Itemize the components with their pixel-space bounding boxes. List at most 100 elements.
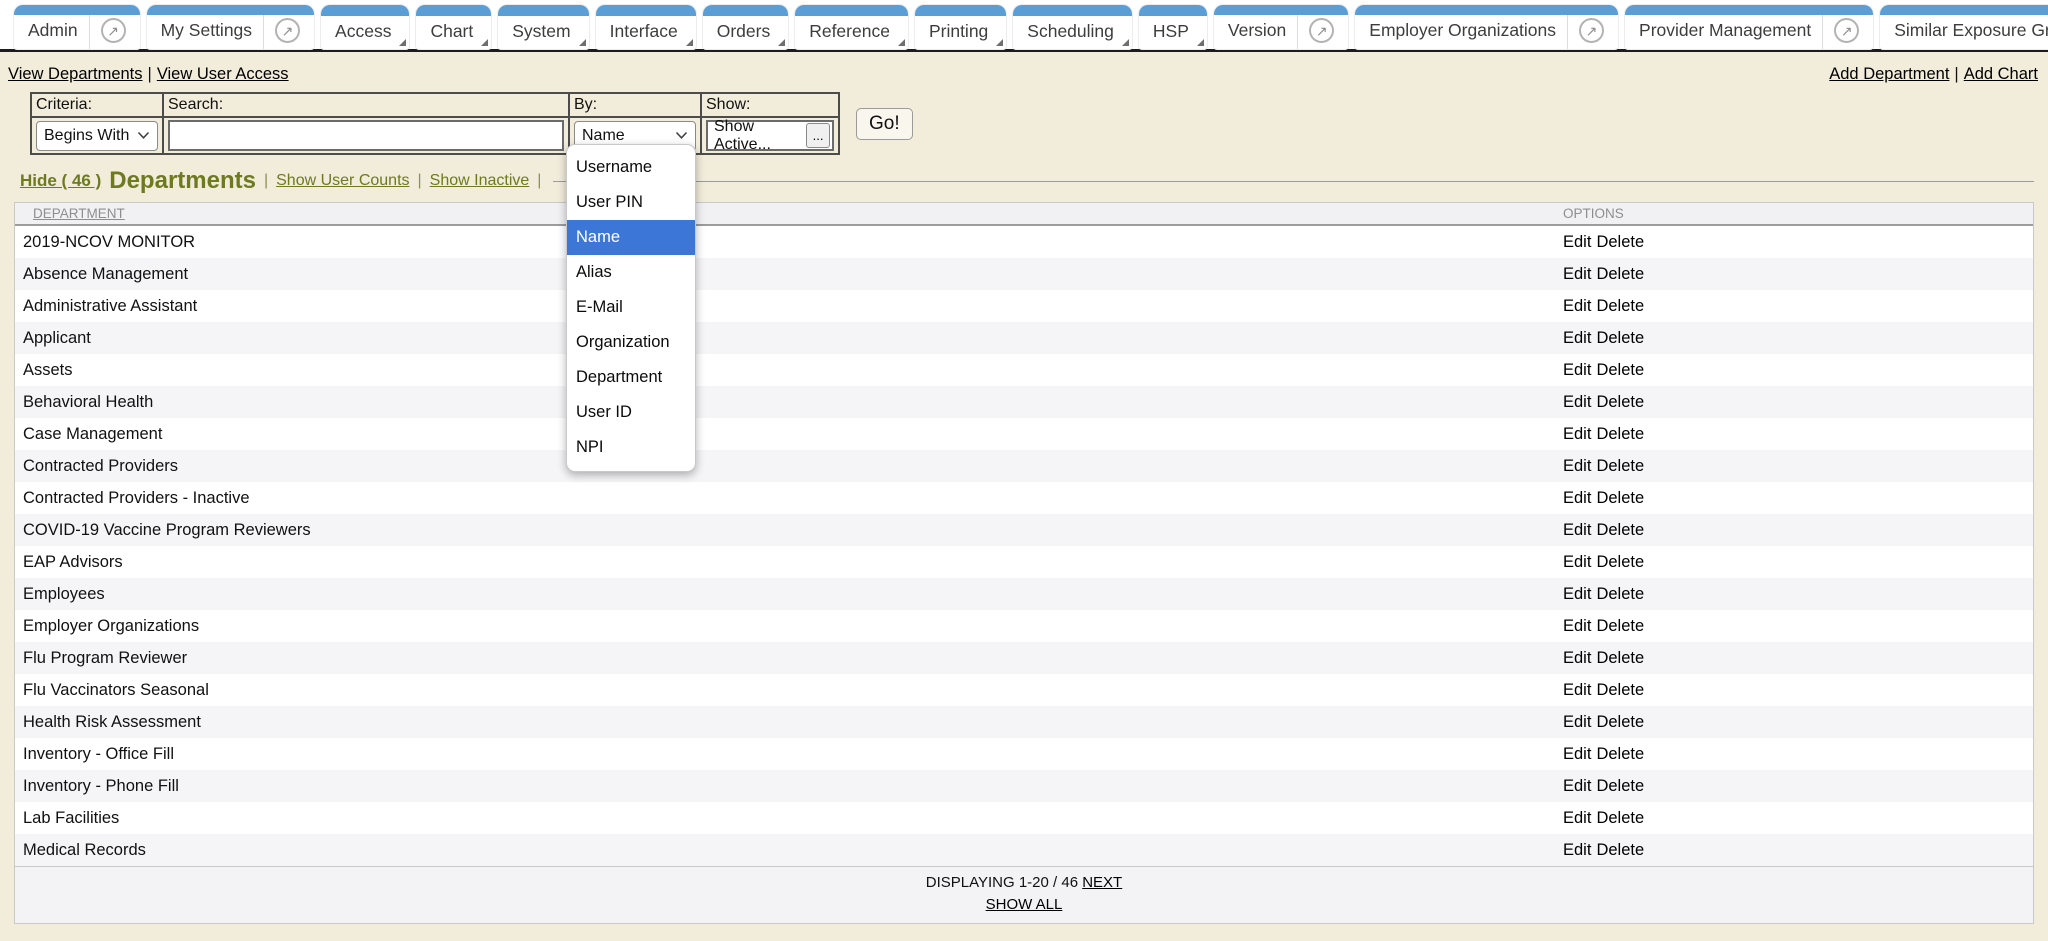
nav-tab-provider-management[interactable]: Provider Management ↗	[1625, 5, 1873, 49]
dropdown-option-department[interactable]: Department	[567, 360, 695, 395]
tab-divider	[1297, 15, 1298, 49]
edit-link[interactable]: Edit	[1563, 617, 1591, 635]
popout-arrow-icon[interactable]: ↗	[1834, 18, 1859, 43]
edit-link[interactable]: Edit	[1563, 265, 1591, 283]
hide-count-link[interactable]: Hide ( 46 )	[20, 171, 101, 191]
edit-link[interactable]: Edit	[1563, 425, 1591, 443]
criteria-label: Criteria:	[31, 93, 163, 117]
view-departments-link[interactable]: View Departments	[8, 65, 143, 83]
edit-link[interactable]: Edit	[1563, 297, 1591, 315]
dropdown-option-user-pin[interactable]: User PIN	[567, 185, 695, 220]
popout-arrow-icon[interactable]: ↗	[101, 18, 126, 43]
dropdown-option-username[interactable]: Username	[567, 150, 695, 185]
show-filter-box[interactable]: Show Active... ...	[706, 120, 834, 151]
nav-tab-printing[interactable]: Printing	[915, 5, 1006, 49]
nav-tab-similar-exposure-groups[interactable]: Similar Exposure Groups (SEGs) ↗	[1880, 5, 2048, 49]
edit-link[interactable]: Edit	[1563, 585, 1591, 603]
criteria-select[interactable]: Begins With	[36, 121, 158, 151]
popout-arrow-icon[interactable]: ↗	[1579, 18, 1604, 43]
search-input[interactable]	[168, 120, 564, 151]
delete-link[interactable]: Delete	[1596, 617, 1644, 635]
delete-link[interactable]: Delete	[1596, 649, 1644, 667]
view-user-access-link[interactable]: View User Access	[157, 65, 289, 83]
department-cell: Applicant	[15, 329, 1551, 348]
table-row: Contracted Providers - Inactive EditDele…	[15, 482, 2033, 514]
edit-link[interactable]: Edit	[1563, 841, 1591, 859]
edit-link[interactable]: Edit	[1563, 681, 1591, 699]
delete-link[interactable]: Delete	[1596, 745, 1644, 763]
table-row: Contracted Providers EditDelete	[15, 450, 2033, 482]
header-separator: |	[418, 172, 422, 190]
delete-link[interactable]: Delete	[1596, 553, 1644, 571]
edit-link[interactable]: Edit	[1563, 393, 1591, 411]
delete-link[interactable]: Delete	[1596, 329, 1644, 347]
add-chart-link[interactable]: Add Chart	[1964, 65, 2038, 83]
nav-tab-hsp[interactable]: HSP	[1139, 5, 1207, 49]
delete-link[interactable]: Delete	[1596, 265, 1644, 283]
show-filter-more-button[interactable]: ...	[806, 123, 830, 148]
edit-link[interactable]: Edit	[1563, 233, 1591, 251]
edit-link[interactable]: Edit	[1563, 809, 1591, 827]
edit-link[interactable]: Edit	[1563, 361, 1591, 379]
dropdown-option-organization[interactable]: Organization	[567, 325, 695, 360]
delete-link[interactable]: Delete	[1596, 681, 1644, 699]
page-title: Departments	[109, 167, 256, 195]
dropdown-option-name-selected[interactable]: Name	[567, 220, 695, 255]
department-cell: Health Risk Assessment	[15, 713, 1551, 732]
edit-link[interactable]: Edit	[1563, 457, 1591, 475]
nav-tab-admin[interactable]: Admin ↗	[14, 5, 140, 49]
delete-link[interactable]: Delete	[1596, 393, 1644, 411]
dropdown-option-user-id[interactable]: User ID	[567, 395, 695, 430]
go-button[interactable]: Go!	[856, 108, 913, 140]
show-inactive-link[interactable]: Show Inactive	[430, 172, 530, 190]
edit-link[interactable]: Edit	[1563, 777, 1591, 795]
popout-arrow-icon[interactable]: ↗	[275, 18, 300, 43]
delete-link[interactable]: Delete	[1596, 841, 1644, 859]
nav-tab-reference[interactable]: Reference	[795, 5, 908, 49]
header-separator: |	[537, 172, 541, 190]
delete-link[interactable]: Delete	[1596, 297, 1644, 315]
nav-tab-employer-organizations[interactable]: Employer Organizations ↗	[1355, 5, 1618, 49]
delete-link[interactable]: Delete	[1596, 361, 1644, 379]
show-all-link[interactable]: SHOW ALL	[15, 894, 2033, 916]
edit-link[interactable]: Edit	[1563, 521, 1591, 539]
delete-link[interactable]: Delete	[1596, 457, 1644, 475]
menu-corner-icon	[399, 39, 406, 46]
show-user-counts-link[interactable]: Show User Counts	[276, 172, 409, 190]
dropdown-option-alias[interactable]: Alias	[567, 255, 695, 290]
delete-link[interactable]: Delete	[1596, 521, 1644, 539]
edit-link[interactable]: Edit	[1563, 489, 1591, 507]
popout-arrow-icon[interactable]: ↗	[1309, 18, 1334, 43]
delete-link[interactable]: Delete	[1596, 425, 1644, 443]
delete-link[interactable]: Delete	[1596, 809, 1644, 827]
nav-tab-system[interactable]: System	[498, 5, 588, 49]
edit-link[interactable]: Edit	[1563, 553, 1591, 571]
edit-link[interactable]: Edit	[1563, 329, 1591, 347]
edit-link[interactable]: Edit	[1563, 649, 1591, 667]
delete-link[interactable]: Delete	[1596, 489, 1644, 507]
delete-link[interactable]: Delete	[1596, 777, 1644, 795]
nav-tab-my-settings[interactable]: My Settings ↗	[147, 5, 314, 49]
delete-link[interactable]: Delete	[1596, 585, 1644, 603]
show-filter-value: Show Active...	[714, 118, 806, 154]
nav-tab-access[interactable]: Access	[321, 5, 409, 49]
nav-tab-interface[interactable]: Interface	[596, 5, 696, 49]
nav-tab-orders[interactable]: Orders	[703, 5, 788, 49]
edit-link[interactable]: Edit	[1563, 713, 1591, 731]
nav-tab-chart[interactable]: Chart	[416, 5, 491, 49]
menu-corner-icon	[1197, 39, 1204, 46]
add-department-link[interactable]: Add Department	[1829, 65, 1949, 83]
delete-link[interactable]: Delete	[1596, 233, 1644, 251]
options-cell: Edit Delete	[1551, 521, 2033, 540]
by-select-value: Name	[582, 127, 625, 145]
dropdown-option-npi[interactable]: NPI	[567, 430, 695, 465]
department-sort-link[interactable]: DEPARTMENT	[33, 206, 125, 221]
dropdown-option-email[interactable]: E-Mail	[567, 290, 695, 325]
next-page-link[interactable]: NEXT	[1082, 874, 1122, 891]
table-row: Employer Organizations EditDelete	[15, 610, 2033, 642]
nav-tab-scheduling[interactable]: Scheduling	[1013, 5, 1132, 49]
delete-link[interactable]: Delete	[1596, 713, 1644, 731]
options-cell: Edit Delete	[1551, 713, 2033, 732]
nav-tab-version[interactable]: Version ↗	[1214, 5, 1348, 49]
edit-link[interactable]: Edit	[1563, 745, 1591, 763]
